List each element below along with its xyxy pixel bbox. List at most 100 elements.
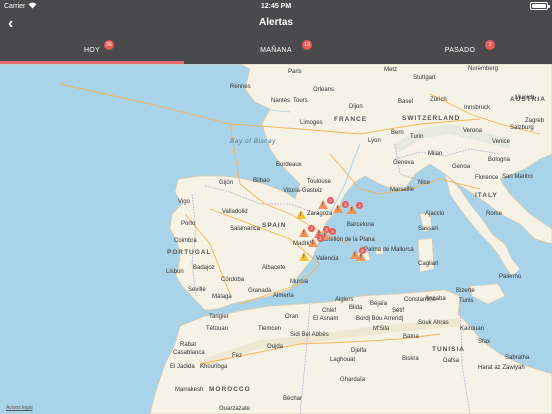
battery-indicator — [530, 2, 550, 10]
tab-manana[interactable]: MAÑANA 13 — [184, 36, 368, 64]
city-label: Murcia — [290, 279, 309, 285]
city-label: Bordeaux — [276, 162, 302, 168]
city-label: Bern — [391, 130, 404, 136]
city-label: Algiers — [335, 297, 354, 303]
tab-label: MAÑANA — [260, 46, 292, 54]
city-label: Vitoria-Gasteiz — [283, 188, 323, 194]
city-label: Metz — [384, 67, 398, 73]
alert-marker[interactable]: 2 — [318, 197, 334, 209]
city-label: Harat az Zawiyah — [478, 365, 525, 371]
city-label: Limoges — [300, 120, 323, 126]
city-label: Bilbao — [253, 178, 270, 184]
city-label: Béjaïa — [370, 301, 388, 307]
city-label: Valencia — [316, 256, 339, 262]
country-label: SWITZERLAND — [402, 115, 461, 122]
warning-icon — [299, 252, 309, 261]
tab-pasado[interactable]: PASADO 1 — [368, 36, 552, 64]
city-label: Blida — [349, 305, 363, 311]
city-label: Oujda — [267, 344, 284, 350]
city-label: Zagreb — [525, 118, 545, 124]
navigation-bar: ‹ Alertas — [0, 12, 552, 36]
alert-count: 4 — [329, 228, 336, 235]
city-label: Albacete — [262, 265, 286, 271]
battery-icon — [530, 2, 550, 10]
city-label: Bologna — [488, 157, 511, 163]
city-label: Seville — [188, 287, 206, 293]
alert-marker[interactable] — [296, 210, 306, 219]
alert-marker[interactable]: 2 — [333, 201, 349, 213]
city-label: Geneva — [393, 160, 415, 166]
day-tabs: HOY 36 MAÑANA 13 PASADO 1 — [0, 36, 552, 64]
tab-badge: 1 — [485, 40, 495, 50]
city-label: Porto — [181, 221, 196, 227]
city-label: Gijón — [219, 180, 234, 186]
tab-label: PASADO — [444, 46, 476, 54]
city-label: Munich — [515, 95, 535, 101]
city-label: Málaga — [212, 294, 232, 300]
city-label: Palermo — [499, 274, 522, 280]
city-label: Genoa — [452, 164, 471, 170]
tab-hoy[interactable]: HOY 36 — [0, 36, 184, 64]
city-label: Djelfa — [351, 348, 367, 354]
country-label: PORTUGAL — [167, 249, 212, 256]
city-label: Rabat — [180, 342, 197, 348]
city-label: Zürich — [430, 97, 447, 103]
alert-marker[interactable]: 2 — [347, 202, 363, 214]
city-label: Khouribga — [200, 364, 228, 370]
city-label: Tlemcen — [258, 326, 282, 332]
city-label: Almería — [273, 293, 294, 299]
status-bar: Carrier 12:45 PM — [0, 0, 552, 12]
country-label: SPAIN — [262, 222, 287, 229]
alert-marker[interactable] — [356, 252, 366, 261]
warning-icon — [296, 210, 306, 219]
city-label: Tétouan — [206, 326, 229, 332]
city-label: Sassari — [418, 226, 439, 232]
carrier-info: Carrier — [4, 2, 37, 11]
city-label: El Asnam — [313, 316, 339, 322]
city-label: Annaba — [425, 296, 446, 302]
legal-link[interactable]: Avisos legal — [6, 405, 33, 411]
city-label: Sabratha — [505, 355, 530, 361]
city-label: Córdoba — [221, 277, 245, 283]
alert-count: 2 — [327, 197, 334, 204]
country-label: MOROCCO — [209, 386, 251, 393]
city-label: Nice — [418, 180, 431, 186]
city-label: Souk Ahras — [418, 320, 449, 326]
alerts-map[interactable]: FRANCE SWITZERLAND AUSTRIA ITALY SPAIN P… — [0, 64, 552, 414]
alert-marker[interactable]: 2 — [299, 225, 315, 237]
city-label: Ajaccio — [425, 211, 445, 217]
alert-marker[interactable]: 2 — [308, 235, 324, 247]
city-label: Sétif — [392, 308, 405, 314]
city-label: Bizerte — [456, 288, 475, 294]
city-label: Gafsa — [443, 358, 460, 364]
city-label: M'Sila — [373, 326, 390, 332]
city-label: Batna — [403, 334, 419, 340]
city-label: Ouarzazate — [219, 406, 251, 412]
city-label: Florence — [475, 175, 499, 181]
country-label: FRANCE — [334, 116, 368, 123]
city-label: Granada — [248, 288, 272, 294]
alert-count: 2 — [356, 202, 363, 209]
alert-marker[interactable] — [299, 252, 309, 261]
city-label: Venice — [492, 139, 511, 145]
city-label: Badajoz — [193, 265, 215, 271]
city-label: Palma de Mallorca — [364, 247, 414, 253]
city-label: Paris — [288, 69, 302, 75]
city-label: Marrakesh — [175, 387, 204, 393]
city-label: Vigo — [178, 199, 190, 205]
city-label: San Marino — [502, 174, 533, 180]
city-label: Biskra — [402, 356, 419, 362]
city-label: Lisbon — [166, 269, 184, 275]
city-label: Innsbruck — [464, 105, 491, 111]
city-label: Barcelona — [347, 222, 375, 228]
city-label: Ghardaïa — [340, 377, 366, 383]
city-label: Casablanca — [173, 350, 205, 356]
map-base — [0, 64, 552, 414]
tab-badge: 13 — [302, 40, 313, 50]
warning-icon — [356, 252, 366, 261]
carrier-label: Carrier — [4, 2, 26, 10]
page-title: Alertas — [259, 17, 293, 28]
city-label: Oran — [285, 314, 299, 320]
tab-label: HOY — [83, 46, 101, 54]
city-label: Toulouse — [307, 179, 332, 185]
